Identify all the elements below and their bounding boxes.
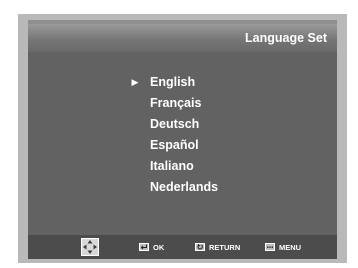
tv-frame: Language Set ▶ English Français Deutsch … — [18, 14, 347, 263]
return-hint: RETURN — [195, 241, 240, 253]
language-item-english[interactable]: ▶ English — [128, 72, 218, 93]
osd-screen: Language Set ▶ English Français Deutsch … — [28, 24, 337, 235]
title-bar: Language Set — [28, 24, 337, 52]
language-list: ▶ English Français Deutsch Español Itali… — [128, 72, 219, 198]
selection-cursor-icon: ▶ — [131, 77, 139, 87]
language-label: Nederlands — [150, 180, 219, 194]
enter-button-icon — [139, 243, 149, 251]
return-label: RETURN — [209, 242, 241, 252]
language-label: English — [150, 75, 196, 89]
language-item-italiano[interactable]: Italiano — [128, 156, 218, 177]
language-label: Español — [150, 138, 199, 152]
menu-label: MENU — [279, 242, 302, 252]
page-title: Language Set — [245, 31, 327, 45]
ok-hint: OK — [139, 241, 164, 253]
language-item-espanol[interactable]: Español — [128, 135, 218, 156]
language-label: Deutsch — [150, 117, 200, 131]
language-label: Français — [150, 96, 202, 110]
return-button-icon — [195, 243, 205, 251]
language-item-nederlands[interactable]: Nederlands — [128, 177, 218, 198]
language-label: Italiano — [150, 159, 194, 173]
menu-hint: MENU — [265, 241, 301, 253]
ok-label: OK — [153, 242, 165, 252]
language-item-francais[interactable]: Français — [128, 93, 218, 114]
menu-button-icon — [265, 243, 275, 251]
directional-pad-icon — [81, 238, 99, 256]
language-item-deutsch[interactable]: Deutsch — [128, 114, 218, 135]
button-hint-bar: OK RETURN MENU — [28, 235, 337, 259]
